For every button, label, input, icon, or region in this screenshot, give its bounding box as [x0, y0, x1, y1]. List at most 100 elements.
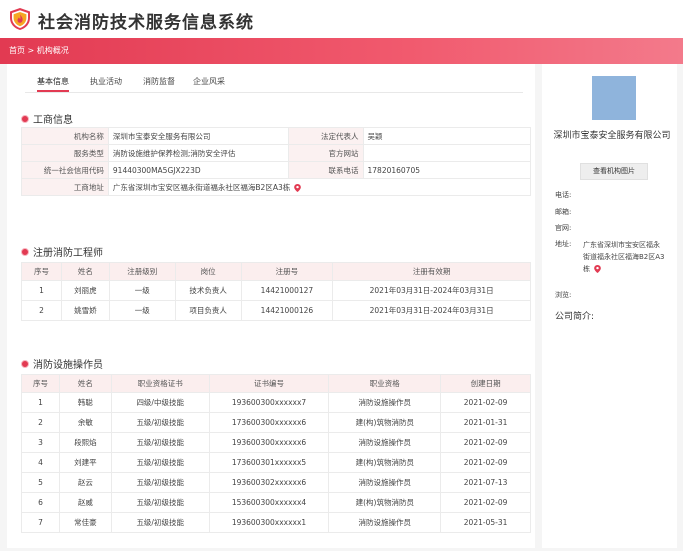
tab-fire-supervision[interactable]: 消防监督 — [143, 76, 175, 87]
cell: 3 — [21, 432, 60, 453]
cell: 5 — [21, 472, 60, 493]
table-row: 3 段熙焰 五级/初级技能 193600300xxxxxx6 消防设施操作员 2021-0… — [21, 432, 531, 453]
col-qualification: 职业资格 — [328, 374, 442, 393]
cell: 姚雪娇 — [60, 300, 110, 321]
cell: 技术负责人 — [174, 280, 242, 301]
table-row: 1 刘丽虎 一级 技术负责人 14421000127 2021年03月31日-2… — [21, 280, 531, 301]
address-label: 工商地址 — [21, 178, 109, 196]
operators-table: 序号 姓名 职业资格证书 证书编号 职业资格 创建日期 1 韩聪 四级/中级技能 19… — [21, 374, 531, 533]
col-position: 岗位 — [174, 262, 242, 281]
cell: 一级 — [108, 300, 176, 321]
table-row: 7 常佳豪 五级/初级技能 193600300xxxxxx1 消防设施操作员 2021-0… — [21, 512, 531, 533]
map-pin-icon[interactable] — [594, 265, 601, 273]
cell: 173600300xxxxxx6 — [208, 412, 330, 433]
cell: 2021-02-09 — [440, 432, 531, 453]
cell: 2021年03月31日-2024年03月31日 — [332, 280, 531, 301]
breadcrumb: 首页 > 机构概况 — [9, 45, 69, 56]
sidebar-phone: 电话: — [555, 191, 572, 199]
cell: 段熙焰 — [58, 432, 112, 453]
sidebar-visits: 浏览: — [555, 291, 572, 299]
cell: 五级/初级技能 — [110, 432, 210, 453]
cell: 2 — [21, 412, 60, 433]
col-created: 创建日期 — [440, 374, 531, 393]
table-row: 2 余敏 五级/初级技能 173600300xxxxxx6 建(构)筑物消防员 2021-… — [21, 412, 531, 433]
company-sidebar: 深圳市宝泰安全服务有限公司 查看机构图片 电话: 邮箱: 官网: 地址: 广东省… — [542, 64, 677, 548]
cell: 2021-02-09 — [440, 392, 531, 413]
cell: 消防设施操作员 — [328, 472, 442, 493]
sidebar-mail: 邮箱: — [555, 208, 572, 216]
cell: 余敏 — [58, 412, 112, 433]
credit-code-value: 91440300MA5GJX223D — [107, 161, 289, 179]
cell: 4 — [21, 452, 60, 473]
sidebar-address-label: 地址: — [555, 240, 572, 248]
cell: 1 — [21, 392, 60, 413]
main-panel: 基本信息 执业活动 消防监督 企业风采 工商信息 机构名称 深圳市宝泰安全服务有… — [7, 64, 535, 548]
cell: 193600300xxxxxx1 — [208, 512, 330, 533]
cell: 五级/初级技能 — [110, 412, 210, 433]
col-level: 注册级别 — [108, 262, 176, 281]
cell: 消防设施操作员 — [328, 392, 442, 413]
cell: 193600300xxxxxx7 — [208, 392, 330, 413]
cell: 2021-07-13 — [440, 472, 531, 493]
app-header: 社会消防技术服务信息系统 — [0, 0, 683, 38]
cell: 2021-01-31 — [440, 412, 531, 433]
engineers-title: 注册消防工程师 — [21, 244, 103, 259]
cell: 2 — [21, 300, 62, 321]
phone-label: 联系电话 — [287, 161, 364, 179]
cell: 消防设施操作员 — [328, 512, 442, 533]
cell: 173600301xxxxxx5 — [208, 452, 330, 473]
col-name: 姓名 — [60, 262, 110, 281]
cell: 五级/初级技能 — [110, 472, 210, 493]
cell: 刘丽虎 — [60, 280, 110, 301]
tab-practice-activity[interactable]: 执业活动 — [90, 76, 122, 87]
website-label: 官方网站 — [287, 144, 364, 162]
cell: 建(构)筑物消防员 — [328, 492, 442, 513]
col-index: 序号 — [21, 262, 62, 281]
col-index: 序号 — [21, 374, 60, 393]
table-row: 2 姚雪娇 一级 项目负责人 14421000126 2021年03月31日-2… — [21, 300, 531, 321]
cell: 2021-05-31 — [440, 512, 531, 533]
section-dot-icon — [21, 115, 29, 123]
operators-title: 消防设施操作员 — [21, 356, 103, 371]
table-row: 1 韩聪 四级/中级技能 193600300xxxxxx7 消防设施操作员 2021-02… — [21, 392, 531, 413]
cell: 2021年03月31日-2024年03月31日 — [332, 300, 531, 321]
legal-rep-label: 法定代表人 — [287, 127, 364, 145]
org-name-value: 深圳市宝泰安全服务有限公司 — [107, 127, 289, 145]
cell: 消防设施操作员 — [328, 432, 442, 453]
cell: 韩聪 — [58, 392, 112, 413]
cell: 建(构)筑物消防员 — [328, 412, 442, 433]
view-company-images-button[interactable]: 查看机构图片 — [580, 163, 648, 180]
sidebar-website: 官网: — [555, 224, 572, 232]
cell: 7 — [21, 512, 60, 533]
cell: 2021-02-09 — [440, 492, 531, 513]
cell: 14421000127 — [240, 280, 334, 301]
table-row: 6 赵威 五级/初级技能 153600300xxxxxx4 建(构)筑物消防员 2021-… — [21, 492, 531, 513]
company-name: 深圳市宝泰安全服务有限公司 — [553, 131, 671, 141]
cell: 2021-02-09 — [440, 452, 531, 473]
breadcrumb-home-link[interactable]: 首页 — [9, 46, 25, 55]
cell: 153600300xxxxxx4 — [208, 492, 330, 513]
business-info-title: 工商信息 — [21, 111, 73, 126]
org-name-label: 机构名称 — [21, 127, 109, 145]
cell: 五级/初级技能 — [110, 452, 210, 473]
cell: 193600302xxxxxx6 — [208, 472, 330, 493]
website-value[interactable] — [362, 144, 531, 162]
service-type-label: 服务类型 — [21, 144, 109, 162]
cell: 14421000126 — [240, 300, 334, 321]
cell: 193600300xxxxxx6 — [208, 432, 330, 453]
legal-rep-value: 吴颖 — [362, 127, 531, 145]
col-cert-no: 证书编号 — [208, 374, 330, 393]
address-value: 广东省深圳市宝安区福永街道福永社区福海B2区A3栋 — [112, 182, 291, 192]
address-cell: 广东省深圳市宝安区福永街道福永社区福海B2区A3栋 — [107, 178, 532, 196]
map-pin-icon[interactable] — [294, 183, 302, 192]
service-type-value: 消防设施维护保养检测;消防安全评估 — [107, 144, 289, 162]
col-name: 姓名 — [58, 374, 112, 393]
col-reg-no: 注册号 — [240, 262, 334, 281]
fire-shield-logo-icon — [10, 8, 30, 30]
breadcrumb-separator: > — [27, 46, 35, 55]
cell: 五级/初级技能 — [110, 492, 210, 513]
sidebar-address: 广东省深圳市宝安区福永街道福永社区福海B2区A3栋 — [583, 241, 665, 273]
tab-company-style[interactable]: 企业风采 — [193, 76, 225, 87]
tab-basic-info[interactable]: 基本信息 — [37, 76, 69, 87]
col-certificate: 职业资格证书 — [110, 374, 210, 393]
